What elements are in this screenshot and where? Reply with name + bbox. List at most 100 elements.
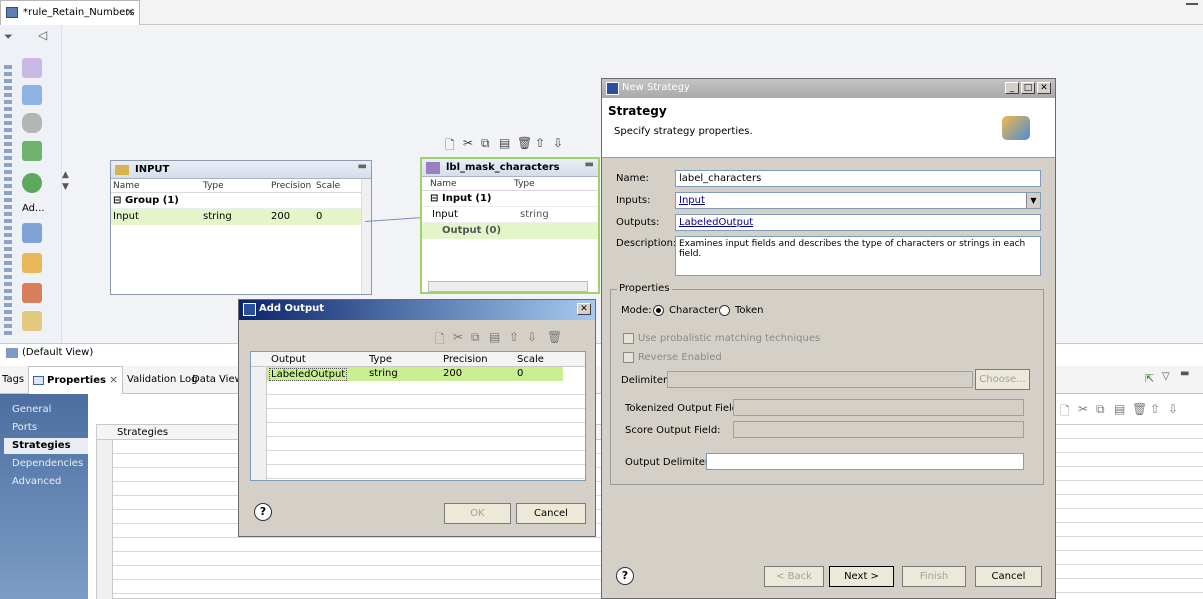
outputs-value[interactable]: LabeledOutput — [679, 217, 753, 228]
palette-handle[interactable] — [4, 65, 12, 335]
finish-button[interactable]: Finish — [902, 566, 966, 587]
probabilistic-checkbox[interactable] — [623, 333, 634, 344]
input-group-row[interactable]: ⊟ Group (1) — [111, 193, 371, 209]
inputs-select[interactable]: Input ▼ — [675, 192, 1041, 209]
paste-icon[interactable]: ▤ — [499, 136, 510, 150]
database-icon[interactable] — [22, 113, 42, 133]
copy-icon[interactable]: ⧉ — [1096, 402, 1105, 417]
close-icon[interactable]: ✕ — [1037, 82, 1051, 94]
close-tab-icon[interactable]: × — [125, 5, 135, 19]
tokenized-field[interactable] — [733, 399, 1024, 416]
input-title-bar[interactable]: INPUT ▬ — [111, 161, 371, 179]
maximize-icon[interactable]: □ — [1021, 82, 1035, 94]
sidebar-item-general[interactable]: General — [12, 404, 51, 415]
new-icon[interactable]: 🗋 — [1060, 402, 1070, 423]
cut-icon[interactable]: ✂ — [1078, 402, 1088, 416]
copy-icon[interactable]: ⧉ — [471, 330, 480, 345]
close-tab-icon[interactable]: × — [109, 373, 118, 386]
mode-token-radio[interactable] — [719, 305, 730, 316]
reverse-checkbox[interactable] — [623, 352, 634, 363]
add-output-title-bar[interactable]: Add Output ✕ — [239, 300, 595, 320]
minimize-icon[interactable]: ▬ — [585, 159, 594, 170]
choose-button[interactable]: Choose... — [975, 369, 1030, 390]
move-up-icon[interactable]: ⇧ — [1150, 402, 1160, 416]
new-icon[interactable]: 🗋 — [445, 136, 455, 157]
palette-dropdown-icon[interactable]: ⏷ — [4, 30, 13, 44]
outputs-field[interactable]: LabeledOutput — [675, 214, 1041, 231]
cancel-button[interactable]: Cancel — [516, 503, 586, 524]
paste-icon[interactable]: ▤ — [489, 330, 500, 344]
move-down-icon[interactable]: ⇩ — [527, 330, 537, 344]
view-menu-icon[interactable]: ▽ — [1162, 371, 1170, 382]
output-precision[interactable]: 200 — [443, 368, 462, 379]
output-name[interactable]: LabeledOutput — [269, 368, 348, 381]
delete-icon[interactable]: 🗑 — [1132, 402, 1147, 416]
collapse-palette-icon[interactable]: ◁ — [38, 28, 47, 42]
merge-icon[interactable] — [22, 141, 42, 161]
input-port-row[interactable]: Input string 200 0 — [111, 209, 371, 225]
weight-icon[interactable] — [22, 311, 42, 331]
score-field[interactable] — [733, 421, 1024, 438]
editor-tab[interactable]: *rule_Retain_Numbers × — [0, 0, 140, 25]
ok-button[interactable]: OK — [444, 503, 511, 524]
output-type[interactable]: string — [369, 368, 398, 379]
sidebar-item-ports[interactable]: Ports — [12, 422, 37, 433]
next-button[interactable]: Next > — [829, 566, 894, 587]
new-strategy-title-bar[interactable]: New Strategy _ □ ✕ — [602, 79, 1055, 98]
tab-properties[interactable]: Properties × — [28, 366, 123, 394]
cancel-button[interactable]: Cancel — [975, 566, 1042, 587]
expand-icon[interactable]: ⊟ — [113, 195, 121, 206]
paste-icon[interactable]: ▤ — [1114, 402, 1125, 416]
scroll-up-icon[interactable]: ▲ — [62, 170, 69, 180]
input-scrollbar[interactable] — [361, 179, 371, 294]
standardizer-icon[interactable] — [22, 253, 42, 273]
close-icon[interactable]: ✕ — [577, 303, 591, 315]
expression-icon[interactable] — [22, 85, 42, 105]
mask-title-bar[interactable]: lbl_mask_characters ▬ — [422, 159, 598, 177]
join-icon[interactable] — [22, 58, 42, 78]
cut-icon[interactable]: ✂ — [453, 330, 463, 344]
description-field[interactable]: Examines input fields and describes the … — [675, 236, 1041, 276]
move-up-icon[interactable]: ⇧ — [535, 136, 545, 150]
sidebar-item-advanced[interactable]: Advanced — [12, 476, 61, 487]
case-converter-icon[interactable] — [22, 283, 42, 303]
cut-icon[interactable]: ✂ — [463, 136, 473, 150]
new-icon[interactable]: 🗋 — [435, 330, 445, 351]
output-scale[interactable]: 0 — [517, 368, 523, 379]
tab-tags[interactable]: Tags — [2, 374, 24, 385]
new-view-icon[interactable]: ⇱ — [1145, 372, 1154, 385]
address-validator-icon[interactable] — [22, 173, 42, 193]
mask-hscrollbar[interactable] — [428, 281, 588, 292]
mode-character-radio[interactable] — [653, 305, 664, 316]
output-delimiter-field[interactable] — [706, 453, 1024, 470]
minimize-icon[interactable]: ▬ — [358, 161, 367, 172]
minimize-view-icon[interactable]: ▬ — [1180, 368, 1189, 379]
chevron-down-icon[interactable]: ▼ — [1026, 193, 1040, 208]
move-down-icon[interactable]: ⇩ — [1168, 402, 1178, 416]
parser-icon[interactable] — [22, 223, 42, 243]
move-down-icon[interactable]: ⇩ — [553, 136, 563, 150]
help-icon[interactable]: ? — [616, 567, 634, 585]
move-up-icon[interactable]: ⇧ — [509, 330, 519, 344]
strategy-wizard-icon — [1002, 116, 1030, 140]
back-button[interactable]: < Back — [764, 566, 824, 587]
mask-input-group[interactable]: ⊟ Input (1) — [422, 191, 598, 207]
sidebar-item-dependencies[interactable]: Dependencies — [12, 458, 83, 469]
delete-icon[interactable]: 🗑 — [547, 330, 562, 344]
minimize-icon[interactable]: _ — [1005, 82, 1019, 94]
mask-transformation[interactable]: lbl_mask_characters ▬ Name Type ⊟ Input … — [420, 157, 600, 294]
mask-input-row[interactable]: Input string — [422, 207, 598, 223]
minimize-editor-icon[interactable] — [1186, 3, 1198, 5]
delete-icon[interactable]: 🗑 — [517, 136, 532, 150]
help-icon[interactable]: ? — [254, 503, 272, 521]
mask-output-group[interactable]: Output (0) — [422, 223, 598, 239]
expand-icon[interactable]: ⊟ — [430, 193, 438, 204]
delimiters-field[interactable] — [667, 371, 973, 388]
sidebar-item-strategies[interactable]: Strategies — [4, 438, 88, 454]
input-transformation[interactable]: INPUT ▬ Name Type Precision Scale ⊟ Grou… — [110, 160, 372, 295]
name-field[interactable]: label_characters — [675, 170, 1041, 187]
scroll-down-icon[interactable]: ▼ — [62, 182, 69, 192]
copy-icon[interactable]: ⧉ — [481, 136, 490, 151]
output-row[interactable]: LabeledOutput string 200 0 — [267, 367, 563, 381]
tab-validation-log[interactable]: Validation Log — [127, 374, 197, 385]
